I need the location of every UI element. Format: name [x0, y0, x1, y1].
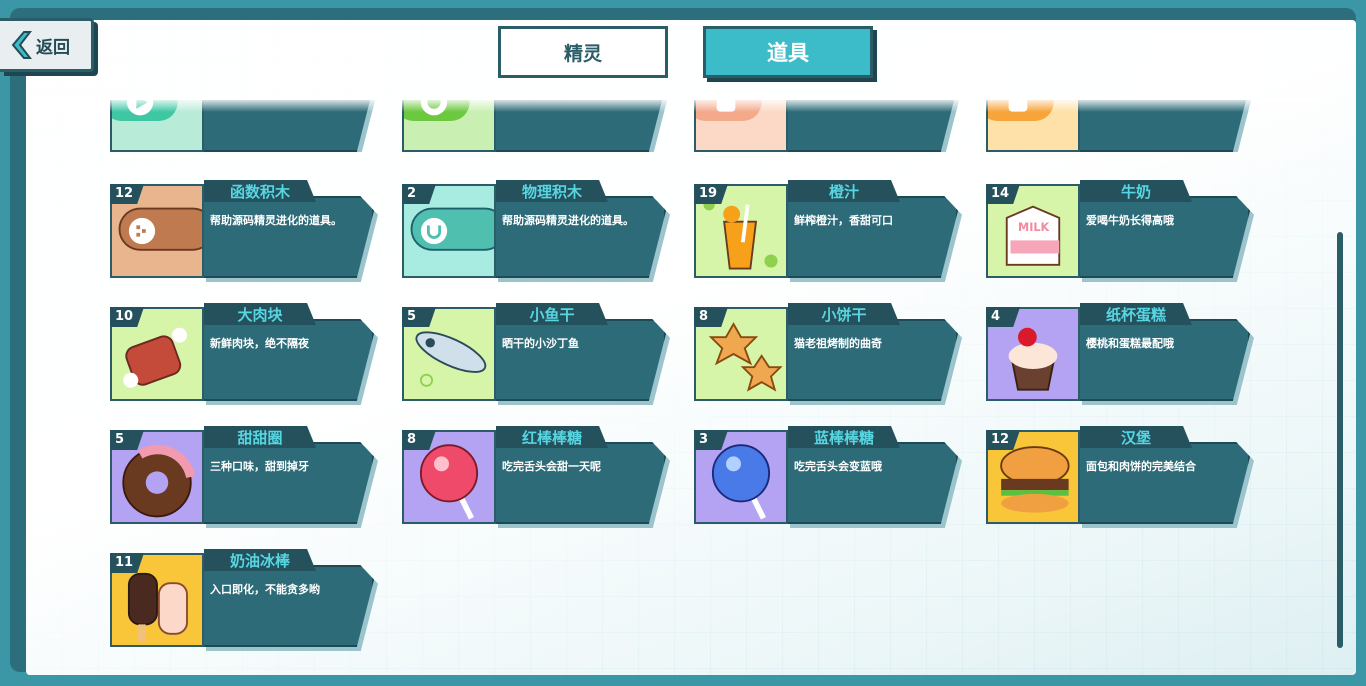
back-chevron-icon	[11, 31, 32, 59]
item-card[interactable]: 纸杯蛋糕 4 樱桃和蛋糕最配哦	[986, 303, 1256, 405]
item-card[interactable]: 橙汁 19 鲜榨橙汁，香甜可口	[694, 180, 964, 282]
item-card[interactable]: 小饼干 8 猫老祖烤制的曲奇	[694, 303, 964, 405]
item-card-body	[786, 442, 958, 524]
item-card-body	[1078, 442, 1250, 524]
item-card[interactable]: 蓝棒棒糖 3 吃完舌头会变蓝哦	[694, 426, 964, 528]
scrollbar[interactable]	[1337, 232, 1343, 648]
item-description: 帮助源码精灵进化的道具。	[210, 214, 342, 227]
item-name: 物理积木	[496, 180, 608, 202]
item-name: 奶油冰棒	[204, 549, 316, 571]
item-card[interactable]: 小鱼干 5 晒干的小沙丁鱼	[402, 303, 672, 405]
item-name: 小饼干	[788, 303, 900, 325]
item-name: 橙汁	[788, 180, 900, 202]
item-card[interactable]: 大肉块 10 新鲜肉块，绝不隔夜	[110, 303, 380, 405]
item-card-body	[494, 319, 666, 401]
item-description: 晒干的小沙丁鱼	[502, 337, 579, 350]
tab-sprites[interactable]: 精灵	[498, 26, 668, 78]
item-name: 小鱼干	[496, 303, 608, 325]
item-card-body	[202, 319, 374, 401]
item-card[interactable]: 甜甜圈 5 三种口味，甜到掉牙	[110, 426, 380, 528]
tab-items-label: 道具	[767, 41, 809, 65]
back-button-label: 返回	[36, 37, 70, 58]
svg-text:MILK: MILK	[1018, 221, 1051, 234]
item-description: 爱喝牛奶长得高哦	[1086, 214, 1174, 227]
item-card[interactable]: 物理积木 2 帮助源码精灵进化的道具。	[402, 180, 672, 282]
item-card-body	[1078, 319, 1250, 401]
item-card[interactable]: 汉堡 12 面包和肉饼的完美结合	[986, 426, 1256, 528]
item-name: 大肉块	[204, 303, 316, 325]
item-card[interactable]: 函数积木 12 帮助源码精灵进化的道具。	[110, 180, 380, 282]
item-description: 三种口味，甜到掉牙	[210, 460, 309, 473]
tab-items[interactable]: 道具	[703, 26, 873, 78]
item-card-body	[202, 442, 374, 524]
item-card-body	[786, 196, 958, 278]
item-description: 吃完舌头会甜一天呢	[502, 460, 601, 473]
item-card-body	[786, 319, 958, 401]
item-description: 鲜榨橙汁，香甜可口	[794, 214, 893, 227]
tab-sprites-label: 精灵	[563, 42, 602, 65]
item-card[interactable]: 红棒棒糖 8 吃完舌头会甜一天呢	[402, 426, 672, 528]
item-name: 牛奶	[1080, 180, 1192, 202]
back-button[interactable]: 返回	[0, 18, 94, 72]
item-name: 汉堡	[1080, 426, 1192, 448]
item-name: 函数积木	[204, 180, 316, 202]
item-card[interactable]: 奶油冰棒 11 入口即化，不能贪多哟	[110, 549, 380, 651]
item-name: 甜甜圈	[204, 426, 316, 448]
item-card-body	[202, 196, 374, 278]
item-card-body	[1078, 196, 1250, 278]
item-description: 帮助源码精灵进化的道具。	[502, 214, 634, 227]
item-card-body	[494, 442, 666, 524]
scroll-fade	[30, 98, 1326, 112]
item-description: 樱桃和蛋糕最配哦	[1086, 337, 1174, 350]
item-card-body	[202, 565, 374, 647]
item-card[interactable]: MILK 牛奶 14 爱喝牛奶长得高哦	[986, 180, 1256, 282]
item-description: 入口即化，不能贪多哟	[210, 583, 320, 596]
item-description: 猫老祖烤制的曲奇	[794, 337, 882, 350]
item-name: 蓝棒棒糖	[788, 426, 900, 448]
item-description: 吃完舌头会变蓝哦	[794, 460, 882, 473]
item-description: 面包和肉饼的完美结合	[1086, 460, 1196, 473]
item-description: 新鲜肉块，绝不隔夜	[210, 337, 309, 350]
item-name: 红棒棒糖	[496, 426, 608, 448]
item-name: 纸杯蛋糕	[1080, 303, 1192, 325]
item-card-body	[494, 196, 666, 278]
